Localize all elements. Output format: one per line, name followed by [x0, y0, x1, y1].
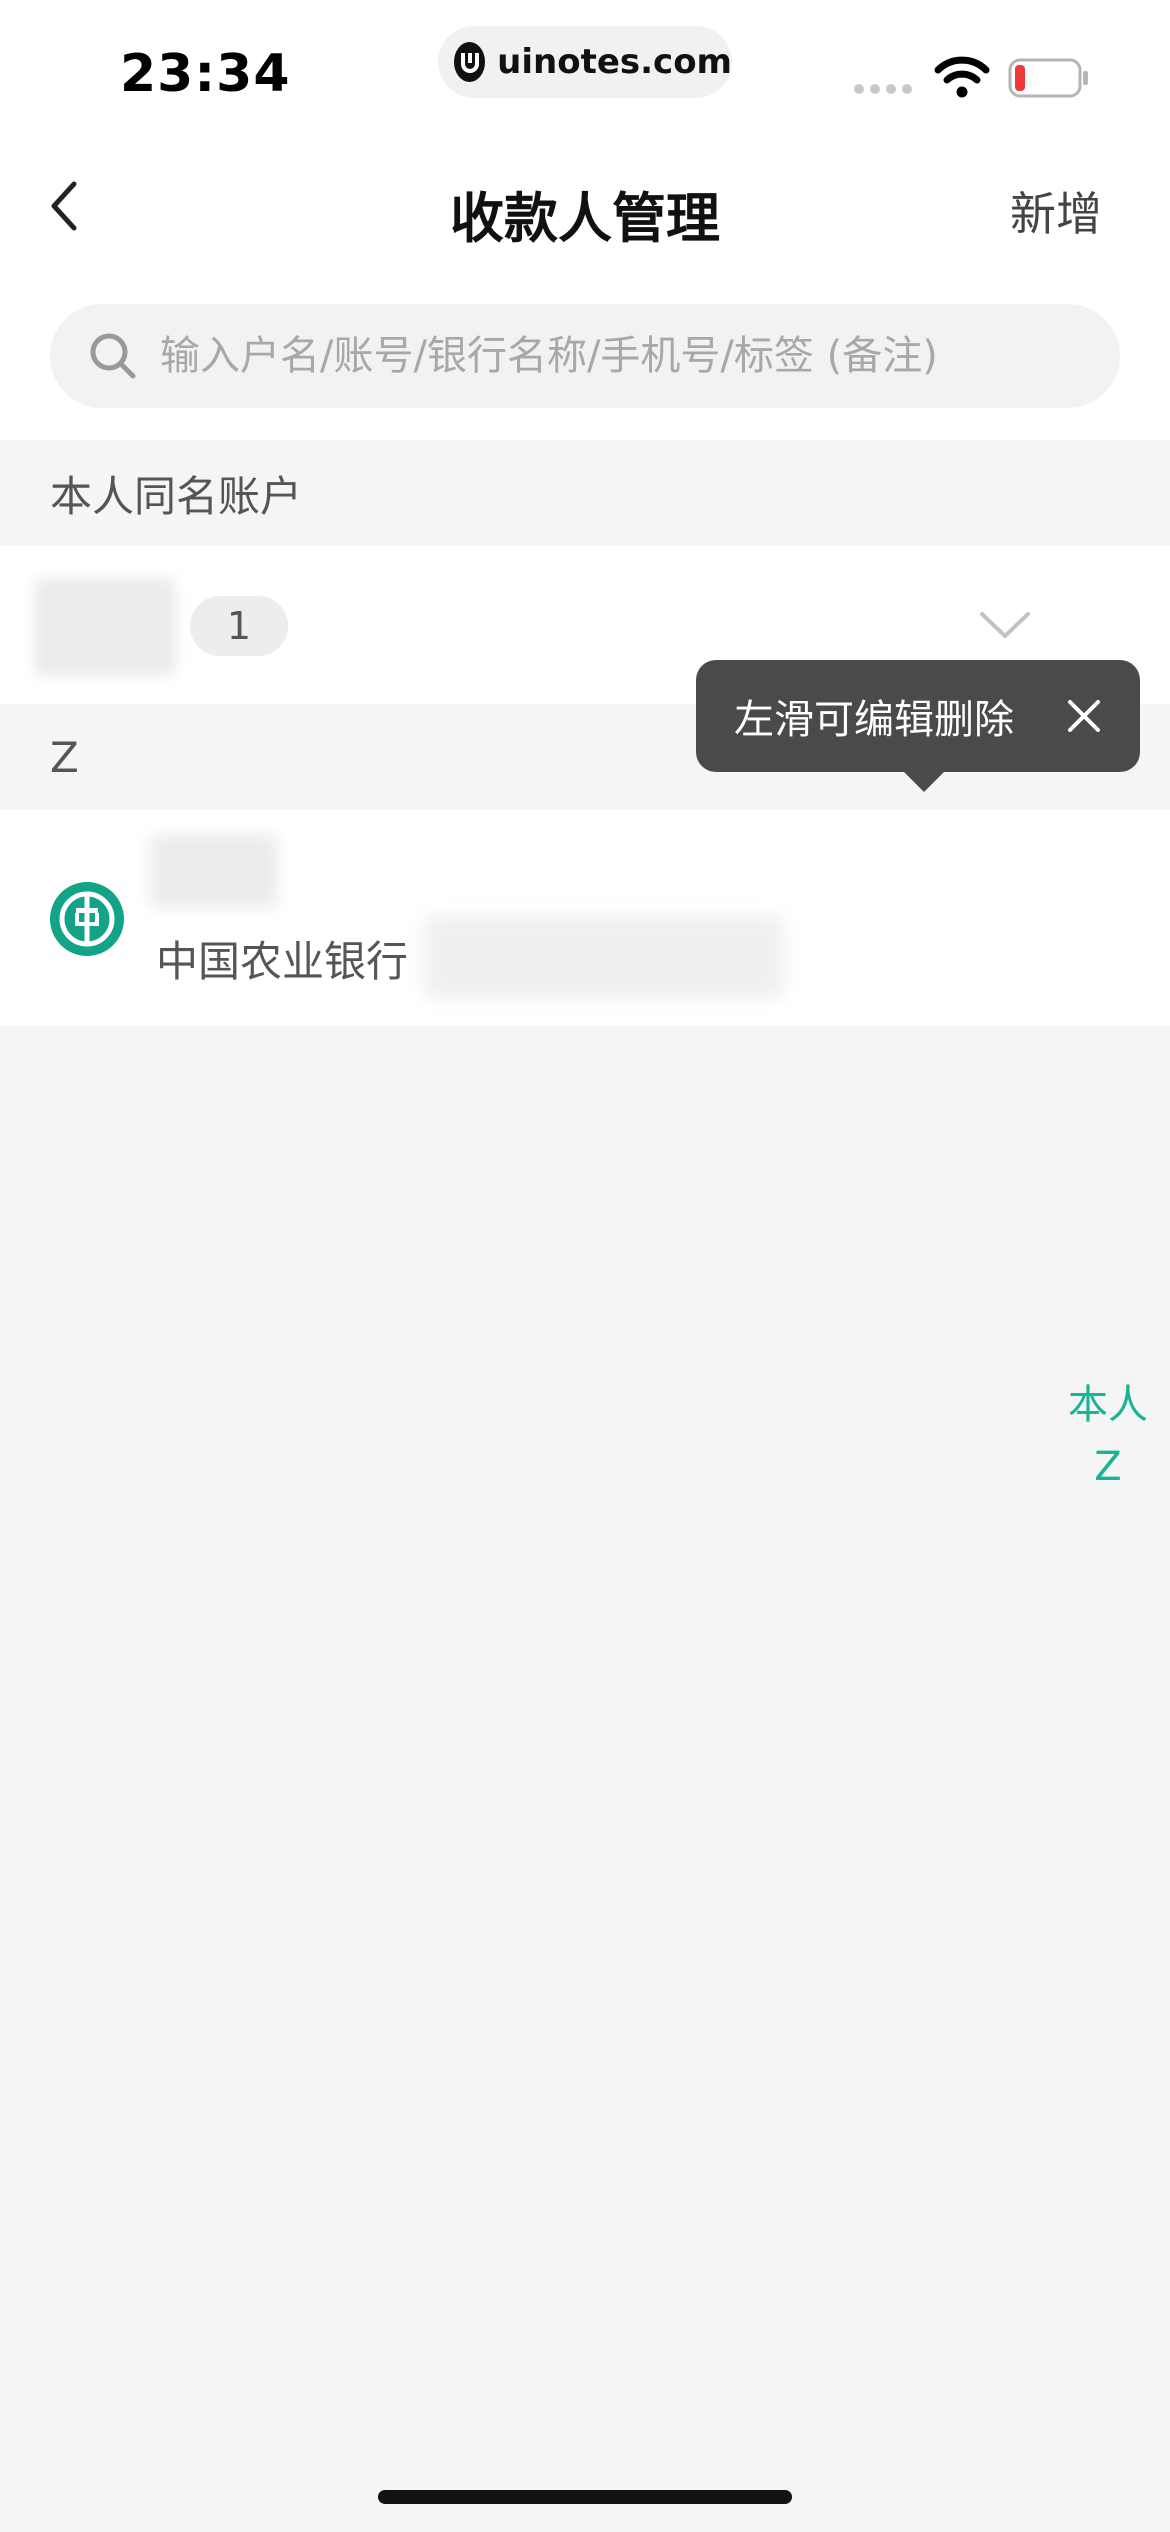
alphabet-index-bar[interactable]: 本人 Z: [1062, 1374, 1154, 1498]
index-item-self[interactable]: 本人: [1062, 1374, 1154, 1436]
tooltip-arrow: [904, 772, 944, 792]
bank-name: 中国农业银行: [156, 937, 409, 986]
abc-bank-logo-icon: [50, 882, 124, 956]
close-icon[interactable]: [1064, 696, 1104, 736]
blurred-payee-name: [150, 834, 278, 908]
section-header-own-accounts: 本人同名账户: [0, 440, 1170, 546]
page-title: 收款人管理: [450, 187, 720, 250]
payee-management-screen: 23:34 uinotes.com 收款人管理 新增 输入户名/账号/银行名称/…: [0, 0, 1170, 2532]
blurred-account-number: [424, 916, 784, 998]
search-section: [0, 274, 1170, 440]
search-input[interactable]: [160, 333, 1080, 379]
site-logo-icon: [454, 42, 486, 82]
account-count-badge: 1: [190, 596, 288, 656]
tooltip-text: 左滑可编辑删除: [734, 697, 1014, 743]
search-icon: [90, 333, 136, 379]
home-indicator[interactable]: [378, 2490, 792, 2504]
index-item-z[interactable]: Z: [1062, 1436, 1154, 1498]
cellular-signal-icon: [854, 84, 912, 94]
navigation-bar: 收款人管理 新增: [0, 140, 1170, 274]
wifi-icon: [934, 56, 990, 98]
url-pill: uinotes.com: [438, 26, 732, 98]
blurred-account-name: [34, 578, 176, 676]
search-box[interactable]: [50, 304, 1120, 408]
payee-list-item[interactable]: 中国农业银行: [0, 810, 1170, 1026]
url-text: uinotes.com: [497, 42, 732, 82]
swipe-hint-tooltip: 左滑可编辑删除: [696, 660, 1140, 792]
chevron-down-icon[interactable]: [978, 608, 1032, 642]
add-payee-button[interactable]: 新增: [1010, 178, 1102, 244]
battery-icon: [1008, 58, 1088, 98]
status-time: 23:34: [120, 44, 291, 104]
status-bar: 23:34 uinotes.com: [0, 0, 1170, 140]
